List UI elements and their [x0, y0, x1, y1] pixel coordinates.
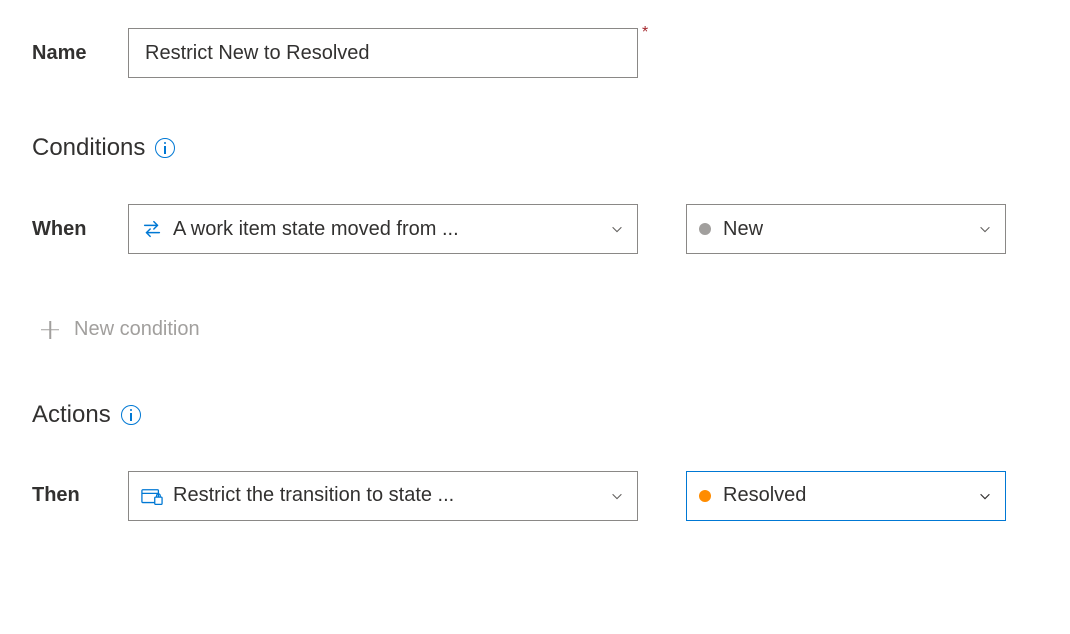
chevron-down-icon	[609, 221, 625, 237]
state-moved-icon	[141, 218, 163, 240]
then-label: Then	[32, 484, 128, 507]
chevron-down-icon	[609, 488, 625, 504]
condition-type-dropdown[interactable]: A work item state moved from ...	[128, 204, 638, 254]
restrict-transition-icon	[141, 487, 163, 505]
when-label: When	[32, 218, 128, 241]
condition-type-text: A work item state moved from ...	[173, 218, 459, 241]
name-input[interactable]	[128, 28, 638, 78]
state-dot-new	[699, 223, 711, 235]
conditions-heading: Conditions	[32, 134, 1038, 162]
condition-state-text: New	[723, 218, 763, 241]
chevron-down-icon	[977, 221, 993, 237]
plus-icon	[40, 320, 60, 340]
condition-state-dropdown[interactable]: New	[686, 204, 1006, 254]
actions-heading-text: Actions	[32, 401, 111, 429]
required-asterisk: *	[642, 24, 648, 42]
action-state-dropdown[interactable]: Resolved	[686, 471, 1006, 521]
info-icon[interactable]	[121, 405, 141, 425]
add-condition-label: New condition	[74, 318, 200, 341]
actions-heading: Actions	[32, 401, 1038, 429]
conditions-heading-text: Conditions	[32, 134, 145, 162]
action-state-text: Resolved	[723, 484, 806, 507]
name-label: Name	[32, 42, 128, 65]
chevron-down-icon	[977, 488, 993, 504]
add-condition-button[interactable]: New condition	[40, 318, 200, 341]
state-dot-resolved	[699, 490, 711, 502]
action-type-dropdown[interactable]: Restrict the transition to state ...	[128, 471, 638, 521]
info-icon[interactable]	[155, 138, 175, 158]
action-type-text: Restrict the transition to state ...	[173, 484, 454, 507]
